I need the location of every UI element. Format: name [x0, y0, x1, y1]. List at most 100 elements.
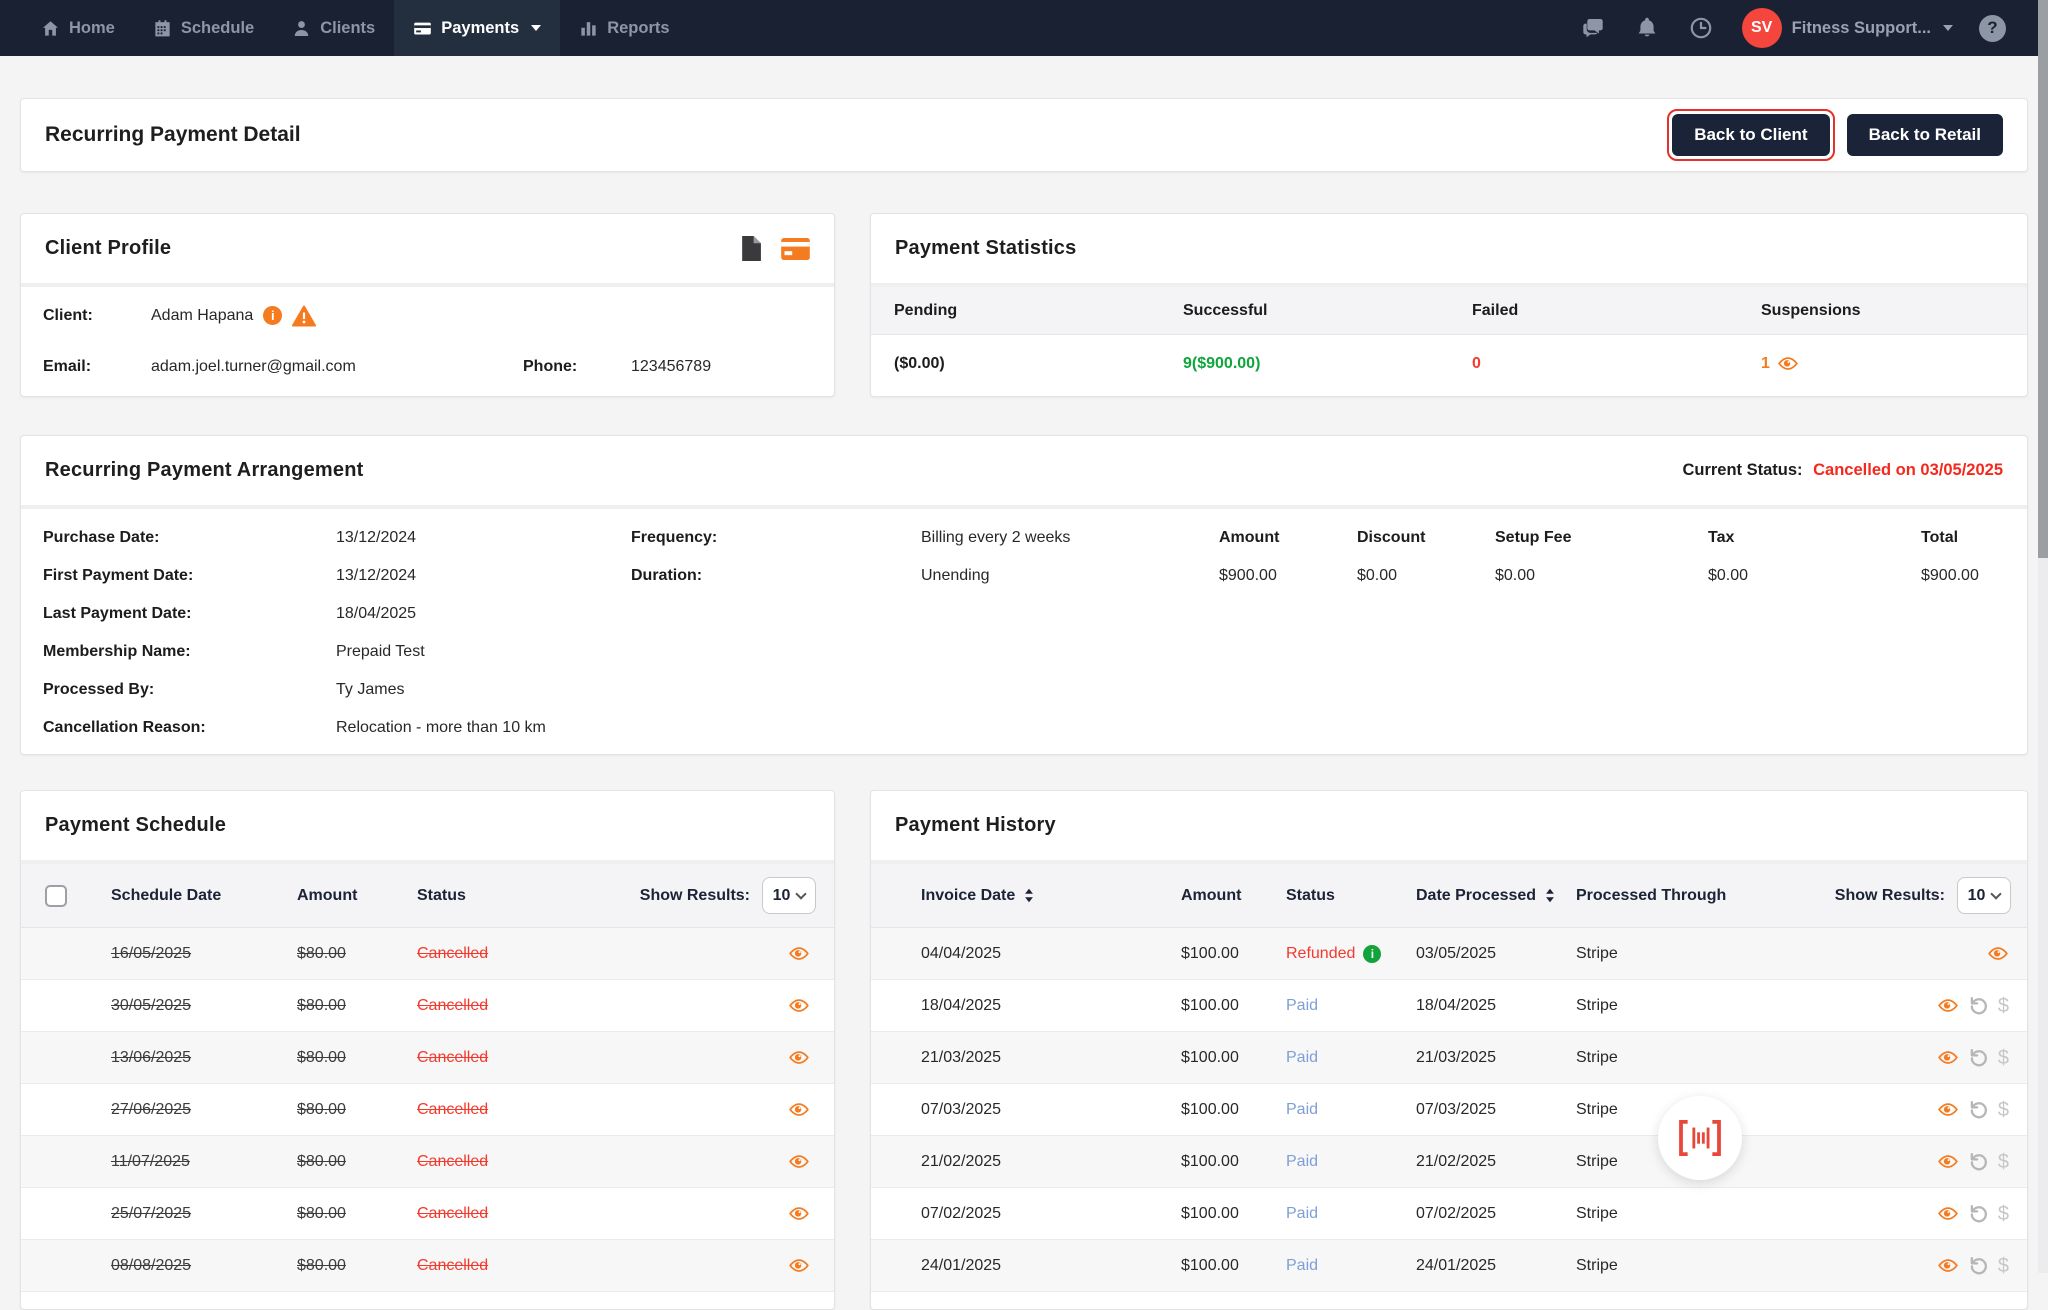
view-eye-icon[interactable]: [1937, 1047, 1959, 1069]
view-eye-icon[interactable]: [1987, 943, 2009, 965]
refund-undo-icon[interactable]: [1968, 995, 1989, 1016]
schedule-amount: $80.00: [297, 1153, 417, 1171]
refund-undo-icon[interactable]: [1968, 1151, 1989, 1172]
col-date-processed[interactable]: Date Processed: [1416, 887, 1576, 905]
select-all-checkbox[interactable]: [45, 885, 67, 907]
contact-row: Email: adam.joel.turner@gmail.com Phone:…: [21, 341, 834, 392]
invoice-date: 21/02/2025: [921, 1153, 1181, 1171]
charge-dollar-icon[interactable]: $: [1998, 1152, 2009, 1172]
invoice-date: 18/04/2025: [921, 997, 1181, 1015]
table-row: 18/04/2025 $100.00 Paid 18/04/2025 Strip…: [871, 980, 2027, 1032]
date-processed: 07/03/2025: [1416, 1101, 1576, 1119]
charge-dollar-icon[interactable]: $: [1998, 996, 2009, 1016]
stat-value: ($0.00): [871, 355, 1160, 373]
refund-undo-icon[interactable]: [1968, 1203, 1989, 1224]
view-eye-icon[interactable]: [1937, 1203, 1959, 1225]
card-title: Recurring Payment Arrangement: [45, 459, 363, 482]
view-eye-icon[interactable]: [1937, 995, 1959, 1017]
refund-info-icon[interactable]: i: [1363, 945, 1381, 963]
page-size-select[interactable]: 10: [1957, 877, 2011, 914]
history-status-cell: Paid: [1286, 1153, 1416, 1171]
schedule-date: 13/06/2025: [111, 1049, 297, 1067]
view-eye-icon[interactable]: [1937, 1255, 1959, 1277]
client-profile-actions: [740, 236, 810, 261]
history-status-cell: Refunded i: [1286, 945, 1416, 963]
row-actions: $: [1899, 1047, 2027, 1069]
suspensions-eye-icon[interactable]: [1777, 353, 1799, 375]
view-eye-icon[interactable]: [788, 995, 834, 1017]
warning-icon[interactable]: [292, 305, 316, 327]
charge-dollar-icon[interactable]: $: [1998, 1100, 2009, 1120]
sort-icon[interactable]: [1023, 887, 1035, 904]
schedule-table-header: Schedule Date Amount Status Show Results…: [21, 864, 834, 928]
history-amount: $100.00: [1181, 997, 1286, 1015]
person-icon: [292, 19, 311, 38]
nav-label: Payments: [441, 19, 519, 38]
notifications-bell-icon[interactable]: [1620, 16, 1674, 40]
payment-history-header: Payment History: [871, 791, 2027, 864]
charge-dollar-icon[interactable]: $: [1998, 1048, 2009, 1068]
payment-statistics-header: Payment Statistics: [871, 214, 2027, 287]
charge-dollar-icon[interactable]: $: [1998, 1204, 2009, 1224]
amount-values: $900.00$0.00$0.00$0.00$900.00: [1219, 557, 1979, 595]
document-icon[interactable]: [740, 236, 761, 261]
phone-value: 123456789: [631, 358, 834, 376]
chevron-down-icon: [1991, 888, 2002, 899]
client-profile-header: Client Profile: [21, 214, 834, 287]
schedule-table-body: 16/05/2025 $80.00 Cancelled 30/05/2025 $…: [21, 928, 834, 1292]
view-eye-icon[interactable]: [788, 1047, 834, 1069]
show-results-label: Show Results:: [1835, 887, 1945, 905]
chevron-down-icon: [531, 25, 541, 31]
table-row: 30/05/2025 $80.00 Cancelled: [21, 980, 834, 1032]
view-eye-icon[interactable]: [1937, 1151, 1959, 1173]
nav-item-clients[interactable]: Clients: [273, 0, 394, 56]
stat-column-label: Successful: [1160, 302, 1449, 320]
page-size-select[interactable]: 10: [762, 877, 816, 914]
amount-column-label: Discount: [1357, 519, 1495, 557]
history-amount: $100.00: [1181, 1049, 1286, 1067]
back-to-retail-button[interactable]: Back to Retail: [1847, 114, 2003, 156]
date-processed: 21/02/2025: [1416, 1153, 1576, 1171]
nav-item-schedule[interactable]: Schedule: [134, 0, 273, 56]
nav-item-reports[interactable]: Reports: [560, 0, 688, 56]
refund-undo-icon[interactable]: [1968, 1047, 1989, 1068]
history-clock-icon[interactable]: [1674, 16, 1728, 40]
schedule-amount: $80.00: [297, 1101, 417, 1119]
schedule-status: Cancelled: [417, 1049, 788, 1067]
nav-item-home[interactable]: Home: [22, 0, 134, 56]
info-icon[interactable]: i: [263, 306, 282, 325]
view-eye-icon[interactable]: [788, 1255, 834, 1277]
amount-column-label: Total: [1921, 519, 1958, 557]
main-nav: Home Schedule Clients Payments Reports: [22, 0, 689, 56]
view-eye-icon[interactable]: [788, 943, 834, 965]
avatar[interactable]: SV: [1742, 8, 1782, 48]
col-status: Status: [417, 887, 466, 905]
barcode-scan-fab[interactable]: [1658, 1096, 1742, 1180]
arrangement-fields-left: Purchase Date: 13/12/2024 First Payment …: [43, 519, 546, 747]
payment-schedule-header: Payment Schedule: [21, 791, 834, 864]
chat-icon[interactable]: [1566, 16, 1620, 40]
field-row: Duration: Unending: [631, 557, 1070, 595]
col-invoice-date[interactable]: Invoice Date: [921, 887, 1181, 905]
credit-card-icon[interactable]: [781, 238, 810, 260]
account-menu[interactable]: Fitness Support...: [1792, 19, 1953, 38]
client-profile-body: Client: Adam Hapana i Email: adam.joel.t…: [21, 287, 834, 392]
scrollbar-thumb[interactable]: [2038, 0, 2048, 558]
help-icon[interactable]: ?: [1979, 15, 2006, 42]
row-actions: [1899, 943, 2027, 965]
card-title: Payment Schedule: [45, 814, 226, 837]
schedule-status: Cancelled: [417, 945, 788, 963]
view-eye-icon[interactable]: [788, 1099, 834, 1121]
client-name[interactable]: Adam Hapana: [151, 307, 253, 325]
processed-through: Stripe: [1576, 945, 1899, 963]
refund-undo-icon[interactable]: [1968, 1099, 1989, 1120]
view-eye-icon[interactable]: [788, 1151, 834, 1173]
amount-value: $0.00: [1357, 557, 1495, 595]
view-eye-icon[interactable]: [1937, 1099, 1959, 1121]
view-eye-icon[interactable]: [788, 1203, 834, 1225]
row-actions: $: [1899, 1255, 2027, 1277]
sort-icon[interactable]: [1544, 887, 1556, 904]
stat-value: 0: [1449, 355, 1738, 373]
nav-item-payments[interactable]: Payments: [394, 0, 560, 56]
back-to-client-button[interactable]: Back to Client: [1672, 114, 1829, 156]
